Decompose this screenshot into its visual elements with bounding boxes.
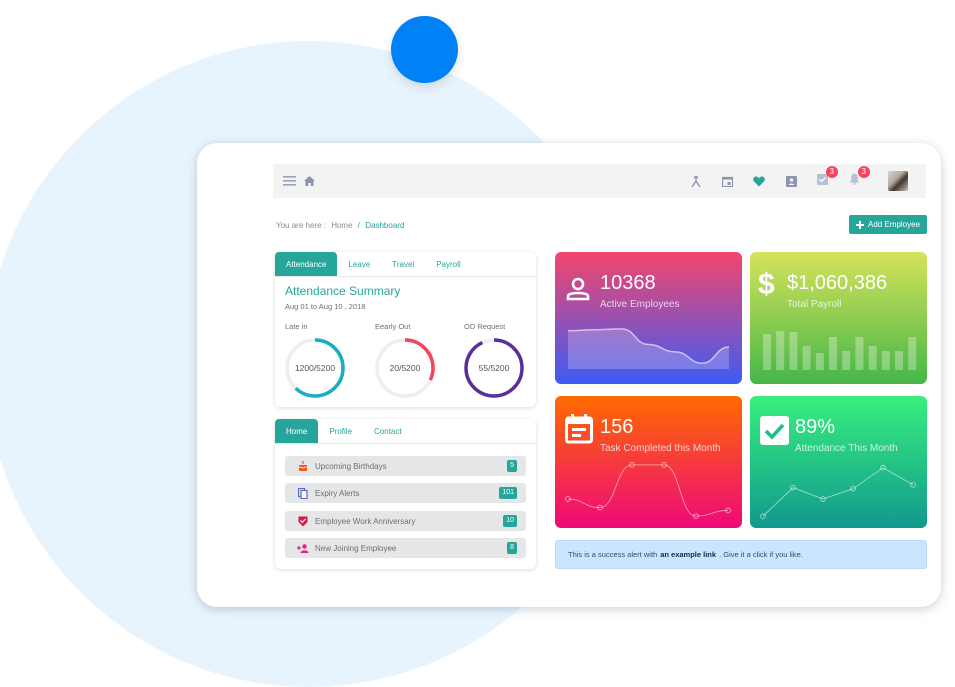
od-request-label: OD Request xyxy=(464,322,506,331)
notification-badge: 3 xyxy=(857,166,870,178)
home-panel: Home Profile Contact Upcoming Birthdays … xyxy=(275,419,536,569)
breadcrumb-prefix: You are here : xyxy=(276,221,326,230)
payroll-bar xyxy=(763,334,771,370)
list-item-label: New Joining Employee xyxy=(315,543,397,553)
count-badge: 8 xyxy=(507,542,517,554)
breadcrumb: You are here : Home / Dashboard xyxy=(276,221,404,230)
stat-card-tasks-completed[interactable]: 156 Task Completed this Month xyxy=(555,396,742,528)
od-request-value: 55/5200 xyxy=(478,363,510,373)
count-badge: 10 xyxy=(503,515,517,527)
payroll-bar xyxy=(895,351,903,370)
trend-point xyxy=(760,513,766,519)
add-employee-label: Add Employee xyxy=(867,220,921,229)
task-badge: 3 xyxy=(825,166,838,178)
dashboard-window: 3 3 You are here : Home / Dashboard Add … xyxy=(197,143,941,607)
payroll-bar xyxy=(855,337,864,370)
checkbox-icon xyxy=(760,416,789,450)
dollar-icon: $ xyxy=(758,268,775,301)
stat-value: 89% xyxy=(795,416,836,438)
task-check-button[interactable]: 3 xyxy=(814,164,838,198)
heart-icon[interactable] xyxy=(751,164,767,198)
breadcrumb-home-link[interactable]: Home xyxy=(331,221,352,230)
calendar-note-icon xyxy=(565,414,593,449)
early-out-label: Eearly Out xyxy=(375,322,411,331)
list-item-expiry-alerts[interactable]: Expiry Alerts 101 xyxy=(285,483,526,503)
hamburger-icon[interactable] xyxy=(281,164,297,198)
merge-icon[interactable] xyxy=(688,164,704,198)
stat-card-active-employees[interactable]: 10368 Active Employees xyxy=(555,252,742,384)
alert-text-before: This is a success alert with xyxy=(568,550,658,559)
tab-travel[interactable]: Travel xyxy=(381,252,425,276)
stat-label: Active Employees xyxy=(600,299,680,310)
list-item-label: Employee Work Anniversary xyxy=(315,516,416,526)
task-check-icon xyxy=(816,174,828,185)
shield-check-icon xyxy=(296,516,310,527)
person-add-icon xyxy=(296,543,310,553)
payroll-bar xyxy=(802,346,811,370)
alert-text-after: . Give it a click if you like. xyxy=(719,550,803,559)
stat-value: 10368 xyxy=(600,272,656,294)
avatar-image xyxy=(888,171,908,191)
add-employee-button[interactable]: Add Employee xyxy=(849,215,927,234)
calendar-icon[interactable] xyxy=(719,164,735,198)
stat-value: 156 xyxy=(600,416,634,438)
payroll-bar xyxy=(815,353,824,370)
stat-label: Task Completed this Month xyxy=(600,443,721,454)
count-badge: 5 xyxy=(507,460,517,472)
payroll-bar xyxy=(908,337,917,370)
trend-line xyxy=(567,464,729,517)
copy-icon xyxy=(296,487,310,499)
tab-leave[interactable]: Leave xyxy=(337,252,381,276)
home-icon[interactable] xyxy=(301,164,317,198)
breadcrumb-current: Dashboard xyxy=(365,221,405,230)
success-alert: This is a success alert with an example … xyxy=(555,540,927,569)
payroll-bar xyxy=(868,346,877,370)
trend-line xyxy=(762,467,914,517)
list-item-upcoming-birthdays[interactable]: Upcoming Birthdays 5 xyxy=(285,456,526,476)
tab-home[interactable]: Home xyxy=(275,419,319,443)
payroll-bar xyxy=(776,331,785,370)
attendance-tabs: Attendance Leave Travel Payroll xyxy=(275,252,536,277)
cake-icon xyxy=(296,461,310,471)
list-item-label: Expiry Alerts xyxy=(315,488,360,498)
notifications-button[interactable]: 3 xyxy=(846,164,870,198)
payroll-bar xyxy=(881,351,890,370)
payroll-bar xyxy=(829,337,837,370)
tab-profile[interactable]: Profile xyxy=(318,419,363,443)
person-icon xyxy=(565,276,591,307)
stat-label: Attendance This Month xyxy=(795,443,898,454)
alert-example-link[interactable]: an example link xyxy=(660,550,716,559)
early-out-value: 20/5200 xyxy=(389,363,421,373)
top-navbar: 3 3 xyxy=(273,164,926,198)
plus-icon xyxy=(855,220,864,229)
late-in-label: Late in xyxy=(285,322,308,331)
decorative-blue-dot xyxy=(391,16,458,83)
tab-payroll[interactable]: Payroll xyxy=(425,252,471,276)
attendance-date-range: Aug 01 to Aug 10 , 2018 xyxy=(285,302,366,311)
list-item-work-anniversary[interactable]: Employee Work Anniversary 10 xyxy=(285,511,526,531)
payroll-bar xyxy=(789,332,798,370)
early-out-ring: 20/5200 xyxy=(374,337,436,399)
stat-value: $1,060,386 xyxy=(787,272,888,294)
stat-label: Total Payroll xyxy=(787,299,842,310)
count-badge: 101 xyxy=(499,487,517,499)
list-item-new-joining[interactable]: New Joining Employee 8 xyxy=(285,538,526,558)
od-request-ring: 55/5200 xyxy=(463,337,525,399)
late-in-ring: 1200/5200 xyxy=(284,337,346,399)
attendance-summary-title: Attendance Summary xyxy=(285,284,401,298)
payroll-bar xyxy=(842,351,851,370)
tab-attendance[interactable]: Attendance xyxy=(275,252,338,276)
contact-card-icon[interactable] xyxy=(783,164,799,198)
breadcrumb-separator: / xyxy=(357,221,361,230)
late-in-value: 1200/5200 xyxy=(294,363,336,373)
home-tabs: Home Profile Contact xyxy=(275,419,536,444)
list-item-label: Upcoming Birthdays xyxy=(315,461,387,471)
attendance-panel: Attendance Leave Travel Payroll Attendan… xyxy=(275,252,536,407)
user-avatar[interactable] xyxy=(886,164,910,198)
tab-contact[interactable]: Contact xyxy=(363,419,413,443)
stat-card-attendance[interactable]: 89% Attendance This Month xyxy=(750,396,927,528)
stat-card-total-payroll[interactable]: $ $1,060,386 Total Payroll xyxy=(750,252,927,384)
